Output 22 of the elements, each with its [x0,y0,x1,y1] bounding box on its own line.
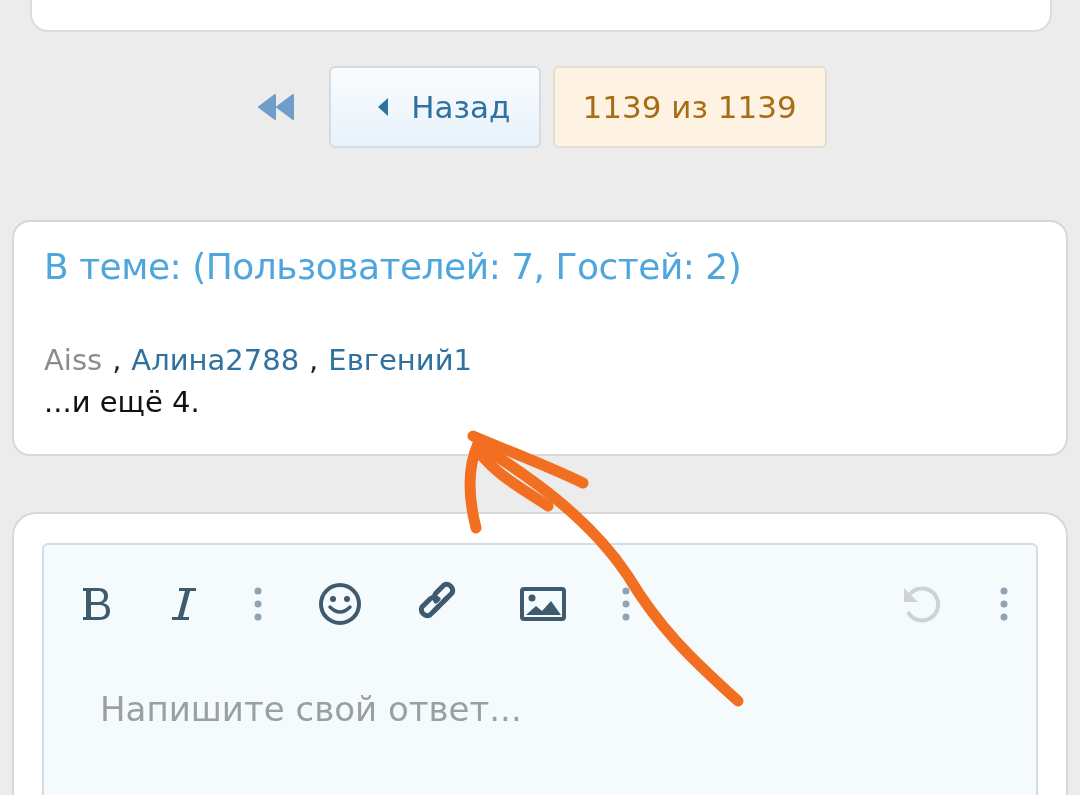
separator: , [309,343,319,377]
image-icon [520,587,566,621]
reply-field[interactable]: Напишите свой ответ... [100,689,800,769]
more-icon [254,587,262,621]
user-link[interactable]: Aiss [44,343,103,377]
image-button[interactable] [520,587,566,621]
reply-editor[interactable]: Напишите свой ответ... [42,543,1038,795]
user-link[interactable]: Евгений1 [328,343,472,377]
more-icon [622,587,630,621]
more-icon [1000,587,1008,621]
smiley-icon [318,582,362,626]
double-left-arrow-icon [257,93,296,121]
left-caret-icon [377,97,390,117]
page-counter: 1139 из 1139 [552,66,827,148]
more-users-text: ...и ещё 4. [44,385,201,419]
italic-icon [170,585,198,623]
user-link[interactable]: Алина2788 [131,343,300,377]
online-title: В теме: (Пользователей: 7, Гостей: 2) [44,246,743,287]
separator: , [112,343,122,377]
italic-button[interactable] [170,585,198,623]
back-button[interactable]: Назад [329,66,541,148]
emoji-button[interactable] [318,582,362,626]
